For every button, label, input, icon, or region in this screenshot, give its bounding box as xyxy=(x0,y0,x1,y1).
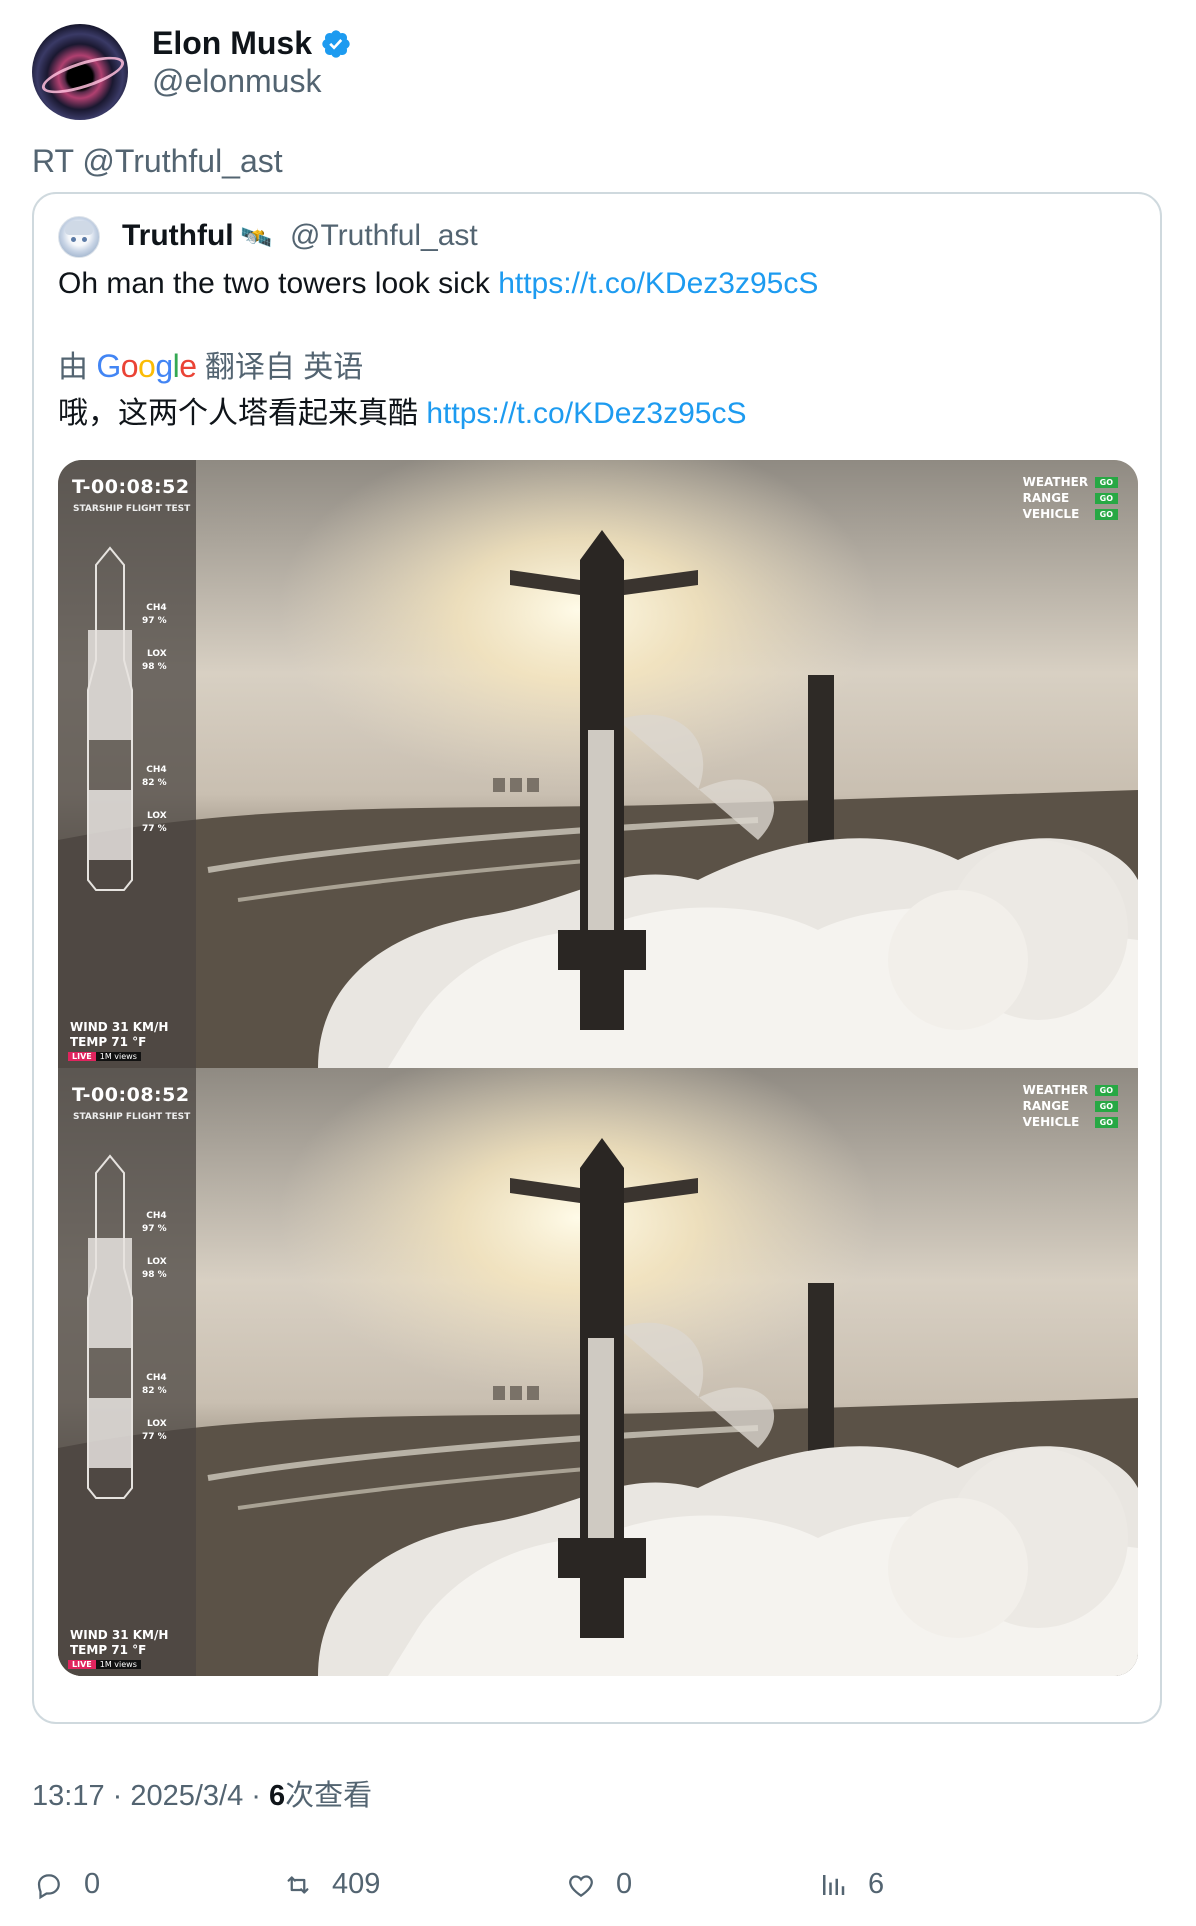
like-count: 0 xyxy=(616,1868,633,1900)
launch-scene xyxy=(58,460,1138,1068)
countdown-text: T-00:08:52 xyxy=(72,476,190,498)
views-button[interactable]: 6 xyxy=(816,1862,936,1906)
heart-icon xyxy=(569,1875,593,1897)
verified-badge-icon xyxy=(322,30,350,58)
weather-readout: WIND 31 KM/H TEMP 71 °F xyxy=(70,1628,168,1658)
booster-lox-readout: LOX 77 % xyxy=(142,1419,167,1442)
reply-icon xyxy=(37,1874,60,1900)
live-badge: LIVE 1M views xyxy=(68,1660,141,1669)
quoted-tweet-text: Oh man the two towers look sick https://… xyxy=(58,264,818,304)
live-badge: LIVE 1M views xyxy=(68,1052,141,1061)
live-label: LIVE xyxy=(68,1052,96,1061)
status-row: VEHICLE GO xyxy=(1023,506,1118,522)
booster-lox-readout: LOX 77 % xyxy=(142,811,167,834)
status-label: VEHICLE xyxy=(1022,507,1080,521)
translation-suffix: 翻译自 英语 xyxy=(204,351,364,384)
author-avatar[interactable] xyxy=(32,24,128,120)
status-label: WEATHER xyxy=(1022,475,1089,489)
views-count: 6 xyxy=(269,1780,286,1812)
status-row: RANGE GO xyxy=(1023,1098,1118,1114)
flight-test-label: STARSHIP FLIGHT TEST xyxy=(73,1112,191,1122)
wind-readout: WIND 31 KM/H xyxy=(70,1020,169,1034)
status-row: WEATHER GO xyxy=(1023,1082,1118,1098)
flight-test-label: STARSHIP FLIGHT TEST xyxy=(73,504,191,514)
views-action-count: 6 xyxy=(868,1868,885,1900)
status-row: VEHICLE GO xyxy=(1023,1114,1118,1130)
live-views: 1M views xyxy=(95,1052,141,1061)
retweet-icon xyxy=(287,1876,309,1894)
reply-count: 0 xyxy=(84,1868,101,1900)
go-badge: GO xyxy=(1094,477,1118,488)
launch-scene xyxy=(58,1068,1138,1676)
ship-lox-readout: LOX 98 % xyxy=(142,1257,167,1280)
go-status-panel: WEATHER GO RANGE GO VEHICLE GO xyxy=(1023,1082,1118,1130)
quoted-tweet-link[interactable]: https://t.co/KDez3z95cS xyxy=(498,267,818,300)
translation-attribution: 由 Google 翻译自 英语 xyxy=(58,346,363,388)
translated-text: 哦，这两个人塔看起来真酷 https://t.co/KDez3z95cS xyxy=(58,394,747,434)
weather-readout: WIND 31 KM/H TEMP 71 °F xyxy=(70,1020,168,1050)
go-badge: GO xyxy=(1094,509,1118,520)
go-badge: GO xyxy=(1094,1117,1118,1128)
tweet-date[interactable]: 2025/3/4 xyxy=(130,1780,243,1812)
go-badge: GO xyxy=(1094,493,1118,504)
quoted-text-body: Oh man the two towers look sick xyxy=(58,267,490,300)
go-badge: GO xyxy=(1094,1101,1118,1112)
views-label: 次查看 xyxy=(285,1780,373,1812)
retweet-text: RT @Truthful_ast xyxy=(32,143,283,179)
temp-readout: TEMP 71 °F xyxy=(70,1643,147,1657)
go-status-panel: WEATHER GO RANGE GO VEHICLE GO xyxy=(1023,474,1118,522)
status-label: RANGE xyxy=(1022,491,1070,505)
go-badge: GO xyxy=(1094,1085,1118,1096)
retweet-button[interactable]: 409 xyxy=(280,1862,420,1906)
status-label: WEATHER xyxy=(1022,1083,1089,1097)
quoted-author-name[interactable]: Truthful xyxy=(122,216,234,256)
ship-lox-readout: LOX 98 % xyxy=(142,649,167,672)
satellite-emoji-icon: 🛰️ xyxy=(240,222,273,252)
tweet-meta: 13:17 · 2025/3/4 · 6次查看 xyxy=(32,1780,373,1812)
google-logo: Google xyxy=(96,348,197,384)
ship-ch4-readout: CH4 97 % xyxy=(142,603,167,626)
translation-prefix: 由 xyxy=(58,351,88,384)
countdown-text: T-00:08:52 xyxy=(72,1084,190,1106)
live-views: 1M views xyxy=(95,1660,141,1669)
status-label: VEHICLE xyxy=(1022,1115,1080,1129)
live-label: LIVE xyxy=(68,1660,96,1669)
status-row: RANGE GO xyxy=(1023,490,1118,506)
media-frame-top[interactable]: T-00:08:52 STARSHIP FLIGHT TEST WEATHER GO R… xyxy=(58,460,1138,1068)
booster-ch4-readout: CH4 82 % xyxy=(142,1373,167,1396)
wind-readout: WIND 31 KM/H xyxy=(70,1628,169,1642)
reply-button[interactable]: 0 xyxy=(32,1862,152,1906)
like-button[interactable]: 0 xyxy=(564,1862,684,1906)
tweet-media[interactable]: T-00:08:52 STARSHIP FLIGHT TEST WEATHER GO R… xyxy=(58,460,1138,1676)
analytics-icon xyxy=(823,1875,845,1895)
quoted-author-handle[interactable]: @Truthful_ast xyxy=(290,216,478,256)
booster-ch4-readout: CH4 82 % xyxy=(142,765,167,788)
translated-link[interactable]: https://t.co/KDez3z95cS xyxy=(426,397,746,430)
ship-ch4-readout: CH4 97 % xyxy=(142,1211,167,1234)
temp-readout: TEMP 71 °F xyxy=(70,1035,147,1049)
media-frame-bottom[interactable]: T-00:08:52 STARSHIP FLIGHT TEST WEATHER GO R… xyxy=(58,1068,1138,1676)
quoted-author-avatar[interactable] xyxy=(58,216,100,258)
status-label: RANGE xyxy=(1022,1099,1070,1113)
translated-body: 哦，这两个人塔看起来真酷 xyxy=(58,397,418,430)
status-row: WEATHER GO xyxy=(1023,474,1118,490)
retweet-count: 409 xyxy=(332,1868,381,1900)
author-name[interactable]: Elon Musk xyxy=(152,24,312,62)
author-handle[interactable]: @elonmusk xyxy=(152,62,321,100)
tweet-time[interactable]: 13:17 xyxy=(32,1780,105,1812)
